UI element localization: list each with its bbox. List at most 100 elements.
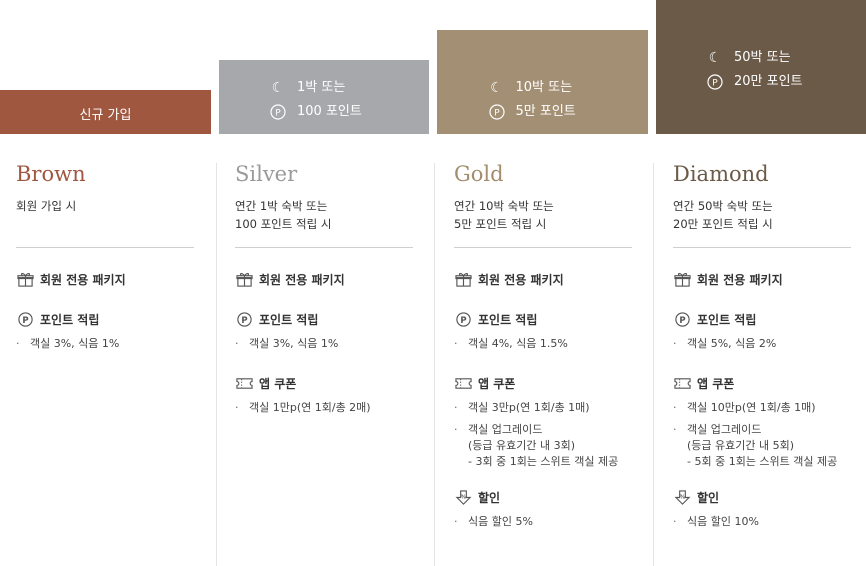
point-icon: P <box>706 73 724 91</box>
column-divider <box>653 163 654 566</box>
discount-value: 식음 할인 10% <box>687 515 759 528</box>
point-icon: P <box>235 310 253 328</box>
package-label: 회원 전용 패키지 <box>478 272 564 287</box>
coupon-label: 앱 쿠폰 <box>259 376 297 391</box>
divider <box>16 247 194 248</box>
package-label: 회원 전용 패키지 <box>40 272 126 287</box>
coupon-icon <box>235 374 253 392</box>
bar-points-silver: 100 포인트 <box>297 104 362 119</box>
points-value: 객실 3%, 식음 1% <box>30 337 120 350</box>
tier-bar-gold: ☾ 10박 또는 P 5만 포인트 <box>437 30 648 134</box>
discount-icon: % <box>673 488 691 506</box>
coupon-label: 앱 쿠폰 <box>478 376 516 391</box>
coupon-value: 객실 3만p(연 1회/총 1매) <box>468 401 590 414</box>
tier-condition: 연간 1박 숙박 또는 100 포인트 적립 시 <box>235 197 413 247</box>
discount-title: % 할인 <box>673 488 851 506</box>
list-item: · 식음 할인 10% <box>673 515 759 528</box>
points-title: P 포인트 적립 <box>16 310 194 328</box>
condition-line: 100 포인트 적립 시 <box>235 217 332 231</box>
svg-text:P: P <box>712 79 718 89</box>
list-item: · 객실 3%, 식음 1% <box>16 337 120 350</box>
tier-name: Silver <box>235 162 298 186</box>
points-title: P 포인트 적립 <box>235 310 413 328</box>
bar-points-diamond: 20만 포인트 <box>734 74 803 89</box>
tier-column-silver: Silver 연간 1박 숙박 또는 100 포인트 적립 시 회원 전용 패키… <box>235 150 413 416</box>
points-label: 포인트 적립 <box>259 312 319 327</box>
svg-text:P: P <box>241 315 247 325</box>
tier-column-gold: Gold 연간 10박 숙박 또는 5만 포인트 적립 시 회원 전용 패키지 … <box>454 150 632 530</box>
points-value: 객실 5%, 식음 2% <box>687 337 777 350</box>
list-item: · 객실 5%, 식음 2% <box>673 337 777 350</box>
coupon-value: 객실 1만p(연 1회/총 2매) <box>249 401 371 414</box>
point-icon: P <box>16 310 34 328</box>
point-icon: P <box>488 103 506 121</box>
package-title: 회원 전용 패키지 <box>235 270 413 288</box>
list-item: · 객실 4%, 식음 1.5% <box>454 337 568 350</box>
package-title: 회원 전용 패키지 <box>673 270 851 288</box>
points-label: 포인트 적립 <box>40 312 100 327</box>
discount-value: 식음 할인 5% <box>468 515 533 528</box>
bar-points-gold: 5만 포인트 <box>515 104 576 119</box>
coupon-icon <box>673 374 691 392</box>
gift-icon <box>16 270 34 288</box>
tier-condition: 연간 50박 숙박 또는 20만 포인트 적립 시 <box>673 197 851 247</box>
tier-name: Brown <box>16 162 86 186</box>
points-label: 포인트 적립 <box>478 312 538 327</box>
coupon-note: - 3회 중 1회는 스위트 객실 제공 <box>468 455 619 468</box>
gift-icon <box>454 270 472 288</box>
bar-nights-diamond: 50박 또는 <box>734 50 791 65</box>
tier-condition: 회원 가입 시 <box>16 197 194 247</box>
tier-name: Diamond <box>673 162 769 186</box>
coupon-title: 앱 쿠폰 <box>454 374 632 392</box>
column-divider <box>216 163 217 566</box>
moon-icon: ☾ <box>490 80 503 96</box>
discount-label: 할인 <box>697 490 720 505</box>
svg-text:P: P <box>494 109 500 119</box>
points-label: 포인트 적립 <box>697 312 757 327</box>
coupon-value: 객실 업그레이드 <box>687 423 762 436</box>
tier-bar-silver: ☾ 1박 또는 P 100 포인트 <box>219 60 429 134</box>
discount-icon: % <box>454 488 472 506</box>
tier-name: Gold <box>454 162 504 186</box>
moon-icon: ☾ <box>708 50 722 66</box>
tier-condition: 연간 10박 숙박 또는 5만 포인트 적립 시 <box>454 197 632 247</box>
condition-line: 20만 포인트 적립 시 <box>673 217 773 231</box>
svg-text:P: P <box>22 315 28 325</box>
discount-title: % 할인 <box>454 488 632 506</box>
coupon-icon <box>454 374 472 392</box>
coupon-note: (등급 유효기간 내 3회) <box>468 439 576 452</box>
list-item: · 객실 3만p(연 1회/총 1매) <box>454 401 590 414</box>
coupon-note: - 5회 중 1회는 스위트 객실 제공 <box>687 455 838 468</box>
tier-bar-brown: 신규 가입 <box>0 90 211 134</box>
coupon-title: 앱 쿠폰 <box>673 374 851 392</box>
divider <box>454 247 632 248</box>
gift-icon <box>673 270 691 288</box>
tier-bar-diamond: ☾ 50박 또는 P 20만 포인트 <box>656 0 866 134</box>
coupon-value: 객실 업그레이드 <box>468 423 543 436</box>
svg-text:P: P <box>275 109 281 119</box>
gift-icon <box>235 270 253 288</box>
package-title: 회원 전용 패키지 <box>454 270 632 288</box>
point-icon: P <box>673 310 691 328</box>
points-value: 객실 3%, 식음 1% <box>249 337 339 350</box>
list-item: · 객실 업그레이드 <box>673 423 762 436</box>
package-title: 회원 전용 패키지 <box>16 270 194 288</box>
svg-text:%: % <box>460 494 466 500</box>
point-icon: P <box>454 310 472 328</box>
coupon-value: 객실 10만p(연 1회/총 1매) <box>687 401 816 414</box>
list-item: · 객실 업그레이드 <box>454 423 543 436</box>
condition-line: 회원 가입 시 <box>16 199 77 213</box>
list-item: · 객실 10만p(연 1회/총 1매) <box>673 401 816 414</box>
coupon-title: 앱 쿠폰 <box>235 374 413 392</box>
package-label: 회원 전용 패키지 <box>259 272 345 287</box>
condition-line: 연간 50박 숙박 또는 <box>673 199 773 213</box>
bar-nights-gold: 10박 또는 <box>515 80 573 95</box>
discount-label: 할인 <box>478 490 501 505</box>
condition-line: 5만 포인트 적립 시 <box>454 217 547 231</box>
coupon-label: 앱 쿠폰 <box>697 376 735 391</box>
divider <box>673 247 851 248</box>
bar-nights-silver: 1박 또는 <box>297 80 346 95</box>
list-item: · 객실 1만p(연 1회/총 2매) <box>235 401 371 414</box>
package-label: 회원 전용 패키지 <box>697 272 783 287</box>
svg-text:%: % <box>679 494 685 500</box>
